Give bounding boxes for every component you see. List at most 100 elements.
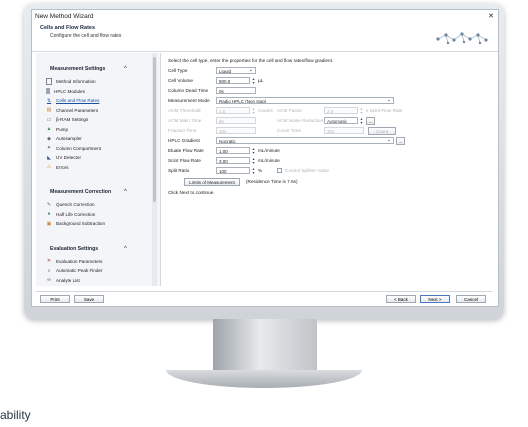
- uv-icon: ◣: [47, 154, 51, 161]
- control-splitter-checkbox[interactable]: [277, 168, 282, 173]
- quench-icon: ✎: [46, 201, 52, 208]
- acm-threshold-unit: Counts: [258, 108, 273, 113]
- eluate-flow-rate-field[interactable]: 1.00: [216, 147, 250, 154]
- count-time-label: Count Time: [277, 128, 301, 133]
- section-title: Measurement Correction: [50, 189, 112, 195]
- close-icon[interactable]: ✕: [488, 10, 494, 23]
- sidebar-item-background-subtraction[interactable]: ▣ Background Subtraction: [36, 219, 160, 229]
- monitor-stand-neck: [213, 319, 317, 371]
- scint-flow-rate-field[interactable]: 3.00: [216, 157, 250, 164]
- cell-volume-label: Cell Volume: [168, 78, 194, 83]
- hplc-gradient-label: HPLC Gradient: [168, 138, 200, 143]
- eluate-flow-rate-unit: mL/minute: [258, 148, 280, 153]
- column-dead-time-field[interactable]: 0s: [216, 87, 256, 94]
- sidebar-item-label: Background Subtraction: [56, 221, 106, 226]
- sidebar-item-cells-and-flow-rates[interactable]: ⇅ Cells and Flow Rates: [36, 96, 160, 106]
- detector-icon: ▭: [46, 116, 52, 123]
- monitor-stand-base: [166, 370, 362, 388]
- column-icon: ✦: [46, 145, 52, 152]
- molecule-logo-icon: [436, 32, 488, 45]
- continue-hint: Click Next to continue.: [168, 190, 215, 195]
- sidebar-item-quench-correction[interactable]: ✎ Quench Correction: [36, 200, 160, 210]
- sidebar-item-label: Quench Correction: [56, 202, 95, 207]
- acm-threshold-field[interactable]: 2.5: [216, 107, 250, 114]
- sidebar-item-label: Channel Parameters: [56, 107, 99, 113]
- acm-noise-reduction-field[interactable]: Automatic: [324, 117, 358, 124]
- split-ratio-stepper[interactable]: ▴ ▾: [251, 167, 256, 175]
- measurement-mode-label: Measurement Mode: [168, 98, 210, 103]
- acm-main-time-field[interactable]: 8s: [216, 117, 256, 124]
- sidebar-item-evaluation-parameters[interactable]: ✕ Evaluation Parameters: [36, 257, 160, 267]
- acm-threshold-stepper[interactable]: ▴ ▾: [251, 107, 256, 115]
- sidebar-item-channel-parameters[interactable]: ▤ Channel Parameters: [36, 106, 160, 116]
- sidebar-item-label: Autosampler: [56, 136, 82, 141]
- wizard-header: Cells and Flow Rates Configure the cell …: [32, 23, 498, 52]
- sidebar-item-pump[interactable]: ▲ Pump: [36, 125, 160, 135]
- parameters-icon: ✕: [46, 258, 52, 265]
- scint-flow-rate-stepper[interactable]: ▴ ▾: [251, 157, 256, 165]
- sidebar-item-uv-detector[interactable]: ◣ UV Detector: [36, 153, 160, 163]
- analyte-icon: ∞: [47, 277, 51, 284]
- sidebar-item-errors[interactable]: ⚠ Errors: [36, 163, 160, 173]
- acm-noise-reduction-more-button[interactable]: ...: [366, 117, 375, 125]
- sidebar-item-label: UV Detector: [56, 155, 82, 160]
- peak-finder-icon: ⌕: [47, 267, 51, 274]
- sidebar-scroll-thumb[interactable]: [153, 57, 156, 202]
- next-button[interactable]: Next >: [420, 295, 450, 303]
- cell-volume-field[interactable]: 500.0: [216, 77, 250, 84]
- channel-icon: ▤: [46, 107, 52, 114]
- print-button[interactable]: Print: [40, 295, 70, 303]
- acm-factor-field[interactable]: 2.0: [324, 107, 358, 114]
- section-measurement-settings[interactable]: Measurement Settings ^: [36, 63, 160, 75]
- sidebar-item-beta-ram-settings[interactable]: ▭ β-RAM Settings: [36, 115, 160, 125]
- sidebar-item-label: Errors: [56, 164, 69, 170]
- sidebar-item-automatic-peak-finder[interactable]: ⌕ Automatic Peak Finder: [36, 266, 160, 276]
- module-icon: [46, 88, 50, 95]
- acm-threshold-label: ACM Threshold: [168, 108, 201, 113]
- collapse-icon[interactable]: ^: [124, 243, 127, 255]
- control-splitter-label: Control Splitter Value: [285, 168, 329, 173]
- acm-noise-reduction-label: ACM Noise Reduction: [277, 118, 324, 123]
- cancel-button[interactable]: Cancel: [456, 295, 486, 303]
- scint-flow-rate-label: Scint Flow Rate: [168, 158, 201, 163]
- eluate-flow-rate-stepper[interactable]: ▴ ▾: [251, 147, 256, 155]
- acm-factor-stepper[interactable]: ▴ ▾: [359, 107, 364, 115]
- cell-volume-stepper[interactable]: ▴ ▾: [251, 77, 256, 85]
- sidebar-item-label: Analyte List: [56, 277, 80, 283]
- sidebar-item-column-compartment[interactable]: ✦ Column Compartment: [36, 144, 160, 154]
- split-ratio-field[interactable]: 100: [216, 167, 250, 174]
- background-icon: ▣: [46, 220, 52, 227]
- cell-type-dropdown[interactable]: Liquid: [216, 67, 256, 74]
- warning-icon: ⚠: [46, 164, 52, 171]
- intro-text: Select the cell type, enter the properti…: [168, 58, 334, 63]
- hplc-gradient-more-button[interactable]: ...: [396, 137, 405, 145]
- fraction-time-field[interactable]: 10s: [216, 127, 256, 134]
- limits-of-measurement-button[interactable]: Limits of Measurement: [184, 178, 240, 186]
- back-button[interactable]: < Back: [386, 295, 416, 303]
- sidebar-item-hplc-modules[interactable]: HPLC Modules: [36, 87, 160, 97]
- page-title: Cells and Flow Rates: [40, 25, 96, 31]
- collapse-icon[interactable]: ^: [124, 63, 127, 75]
- hplc-gradient-dropdown[interactable]: Isocratic: [216, 137, 394, 144]
- sidebar-item-label: HPLC Modules: [54, 88, 85, 94]
- count-time-field[interactable]: 30s: [324, 127, 364, 134]
- sidebar-item-method-information[interactable]: Method Information: [36, 77, 160, 87]
- section-title: Measurement Settings: [50, 66, 106, 72]
- sidebar-item-label: Half Life Correction: [56, 211, 96, 217]
- caption-text: ability: [0, 408, 31, 422]
- sidebar-item-label: Automatic Peak Finder: [56, 268, 103, 273]
- sidebar-item-autosampler[interactable]: ◆ Autosampler: [36, 134, 160, 144]
- collapse-icon[interactable]: ^: [124, 186, 127, 198]
- document-icon: [46, 78, 52, 86]
- acm-noise-reduction-stepper[interactable]: ▴ ▾: [359, 117, 364, 125]
- section-evaluation-settings[interactable]: Evaluation Settings ^: [36, 243, 160, 255]
- save-button[interactable]: Save: [74, 295, 104, 303]
- sidebar-item-analyte-list[interactable]: ∞ Analyte List: [36, 276, 160, 286]
- section-measurement-correction[interactable]: Measurement Correction ^: [36, 186, 160, 198]
- count-zones-button[interactable]: Count Zones...: [368, 127, 396, 141]
- half-life-icon: ●: [47, 211, 51, 218]
- cell-volume-unit: µL: [258, 78, 264, 83]
- measurement-mode-dropdown[interactable]: Radio HPLC (Non stop): [216, 97, 394, 104]
- sidebar-item-half-life-correction[interactable]: ● Half Life Correction: [36, 210, 160, 220]
- residence-time-text: (Residence Time is 7.5s): [246, 179, 298, 184]
